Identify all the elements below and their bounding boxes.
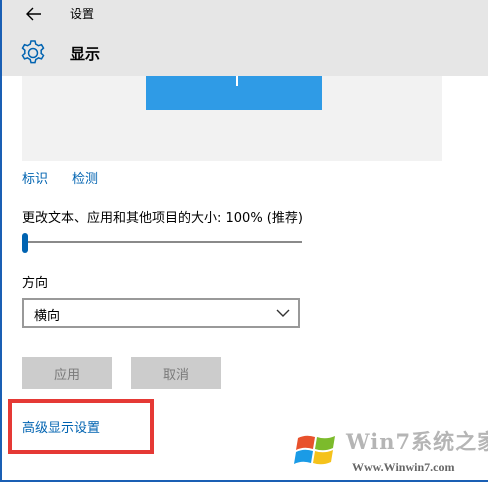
- apply-button[interactable]: 应用: [22, 357, 112, 389]
- identify-link[interactable]: 标识: [22, 168, 48, 187]
- scale-label: 更改文本、应用和其他项目的大小: 100% (推荐): [22, 211, 303, 226]
- back-button[interactable]: [18, 0, 50, 28]
- orientation-dropdown[interactable]: 横向: [22, 298, 300, 328]
- watermark-title: Win7系统之家: [346, 429, 488, 454]
- page-title: 显示: [70, 45, 101, 63]
- chevron-down-icon: [276, 309, 290, 317]
- orientation-label: 方向: [22, 276, 49, 291]
- watermark-url: Www.Winwin7.com: [352, 460, 455, 474]
- cancel-button[interactable]: 取消: [131, 357, 221, 389]
- scale-slider-thumb[interactable]: [22, 233, 28, 253]
- detect-link[interactable]: 检测: [72, 168, 98, 187]
- watermark: Win7系统之家 Www.Winwin7.com: [290, 420, 488, 482]
- app-title: 设置: [70, 7, 95, 21]
- back-arrow-icon: [26, 7, 41, 21]
- gear-icon: [21, 40, 45, 64]
- advanced-display-settings-link[interactable]: 高级显示设置: [22, 417, 100, 436]
- monitor-tile[interactable]: [146, 76, 322, 110]
- windows-logo-icon: [294, 435, 335, 465]
- scale-slider-track[interactable]: [22, 241, 302, 243]
- settings-window: 设置 显示 标识 检测 更改文本、应用和其他项目的大小: 100% (推荐) 方…: [0, 0, 488, 482]
- monitor-number-mark: [236, 76, 238, 86]
- display-preview-area: [22, 76, 442, 161]
- orientation-selected-value: 横向: [34, 309, 61, 324]
- title-bar: 设置 显示: [2, 0, 488, 76]
